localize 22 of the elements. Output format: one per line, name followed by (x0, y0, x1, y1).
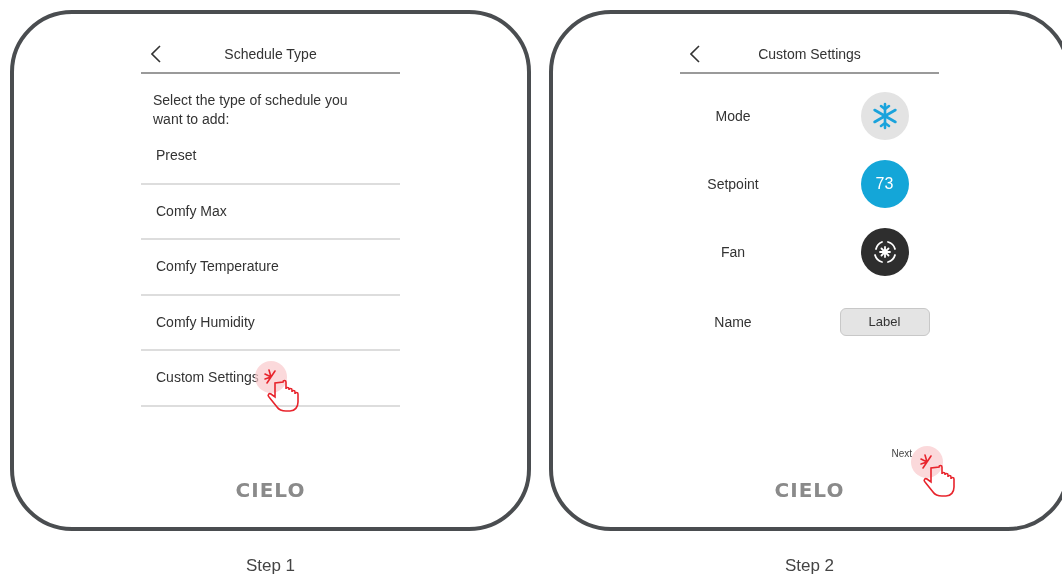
setting-label: Fan (719, 242, 747, 262)
brand-logo: CIELO (774, 477, 845, 504)
screen-title: Schedule Type (224, 44, 317, 64)
step-caption: Step 1 (245, 555, 296, 576)
back-chevron-icon[interactable] (151, 45, 161, 63)
screen-title: Custom Settings (758, 44, 861, 64)
step-caption: Step 2 (784, 555, 835, 576)
instruction-text: Select the type of schedule you want to add: (152, 91, 349, 129)
setting-label: Setpoint (706, 174, 760, 194)
schedule-option[interactable]: Preset (156, 145, 197, 167)
schedule-option[interactable]: Comfy Humidity (156, 311, 255, 333)
name-label-button[interactable]: Label (839, 308, 930, 336)
schedule-option[interactable]: Comfy Temperature (156, 256, 279, 278)
setting-label: Name (713, 312, 753, 332)
snowflake-icon (870, 102, 899, 130)
brand-logo: CIELO (235, 477, 306, 504)
schedule-option[interactable]: Comfy Max (156, 200, 227, 222)
back-chevron-icon[interactable] (690, 45, 700, 63)
schedule-option[interactable]: Custom Settings (156, 367, 259, 389)
mode-button[interactable] (860, 92, 909, 140)
setting-label: Mode (714, 106, 752, 126)
fan-button[interactable] (860, 228, 909, 276)
